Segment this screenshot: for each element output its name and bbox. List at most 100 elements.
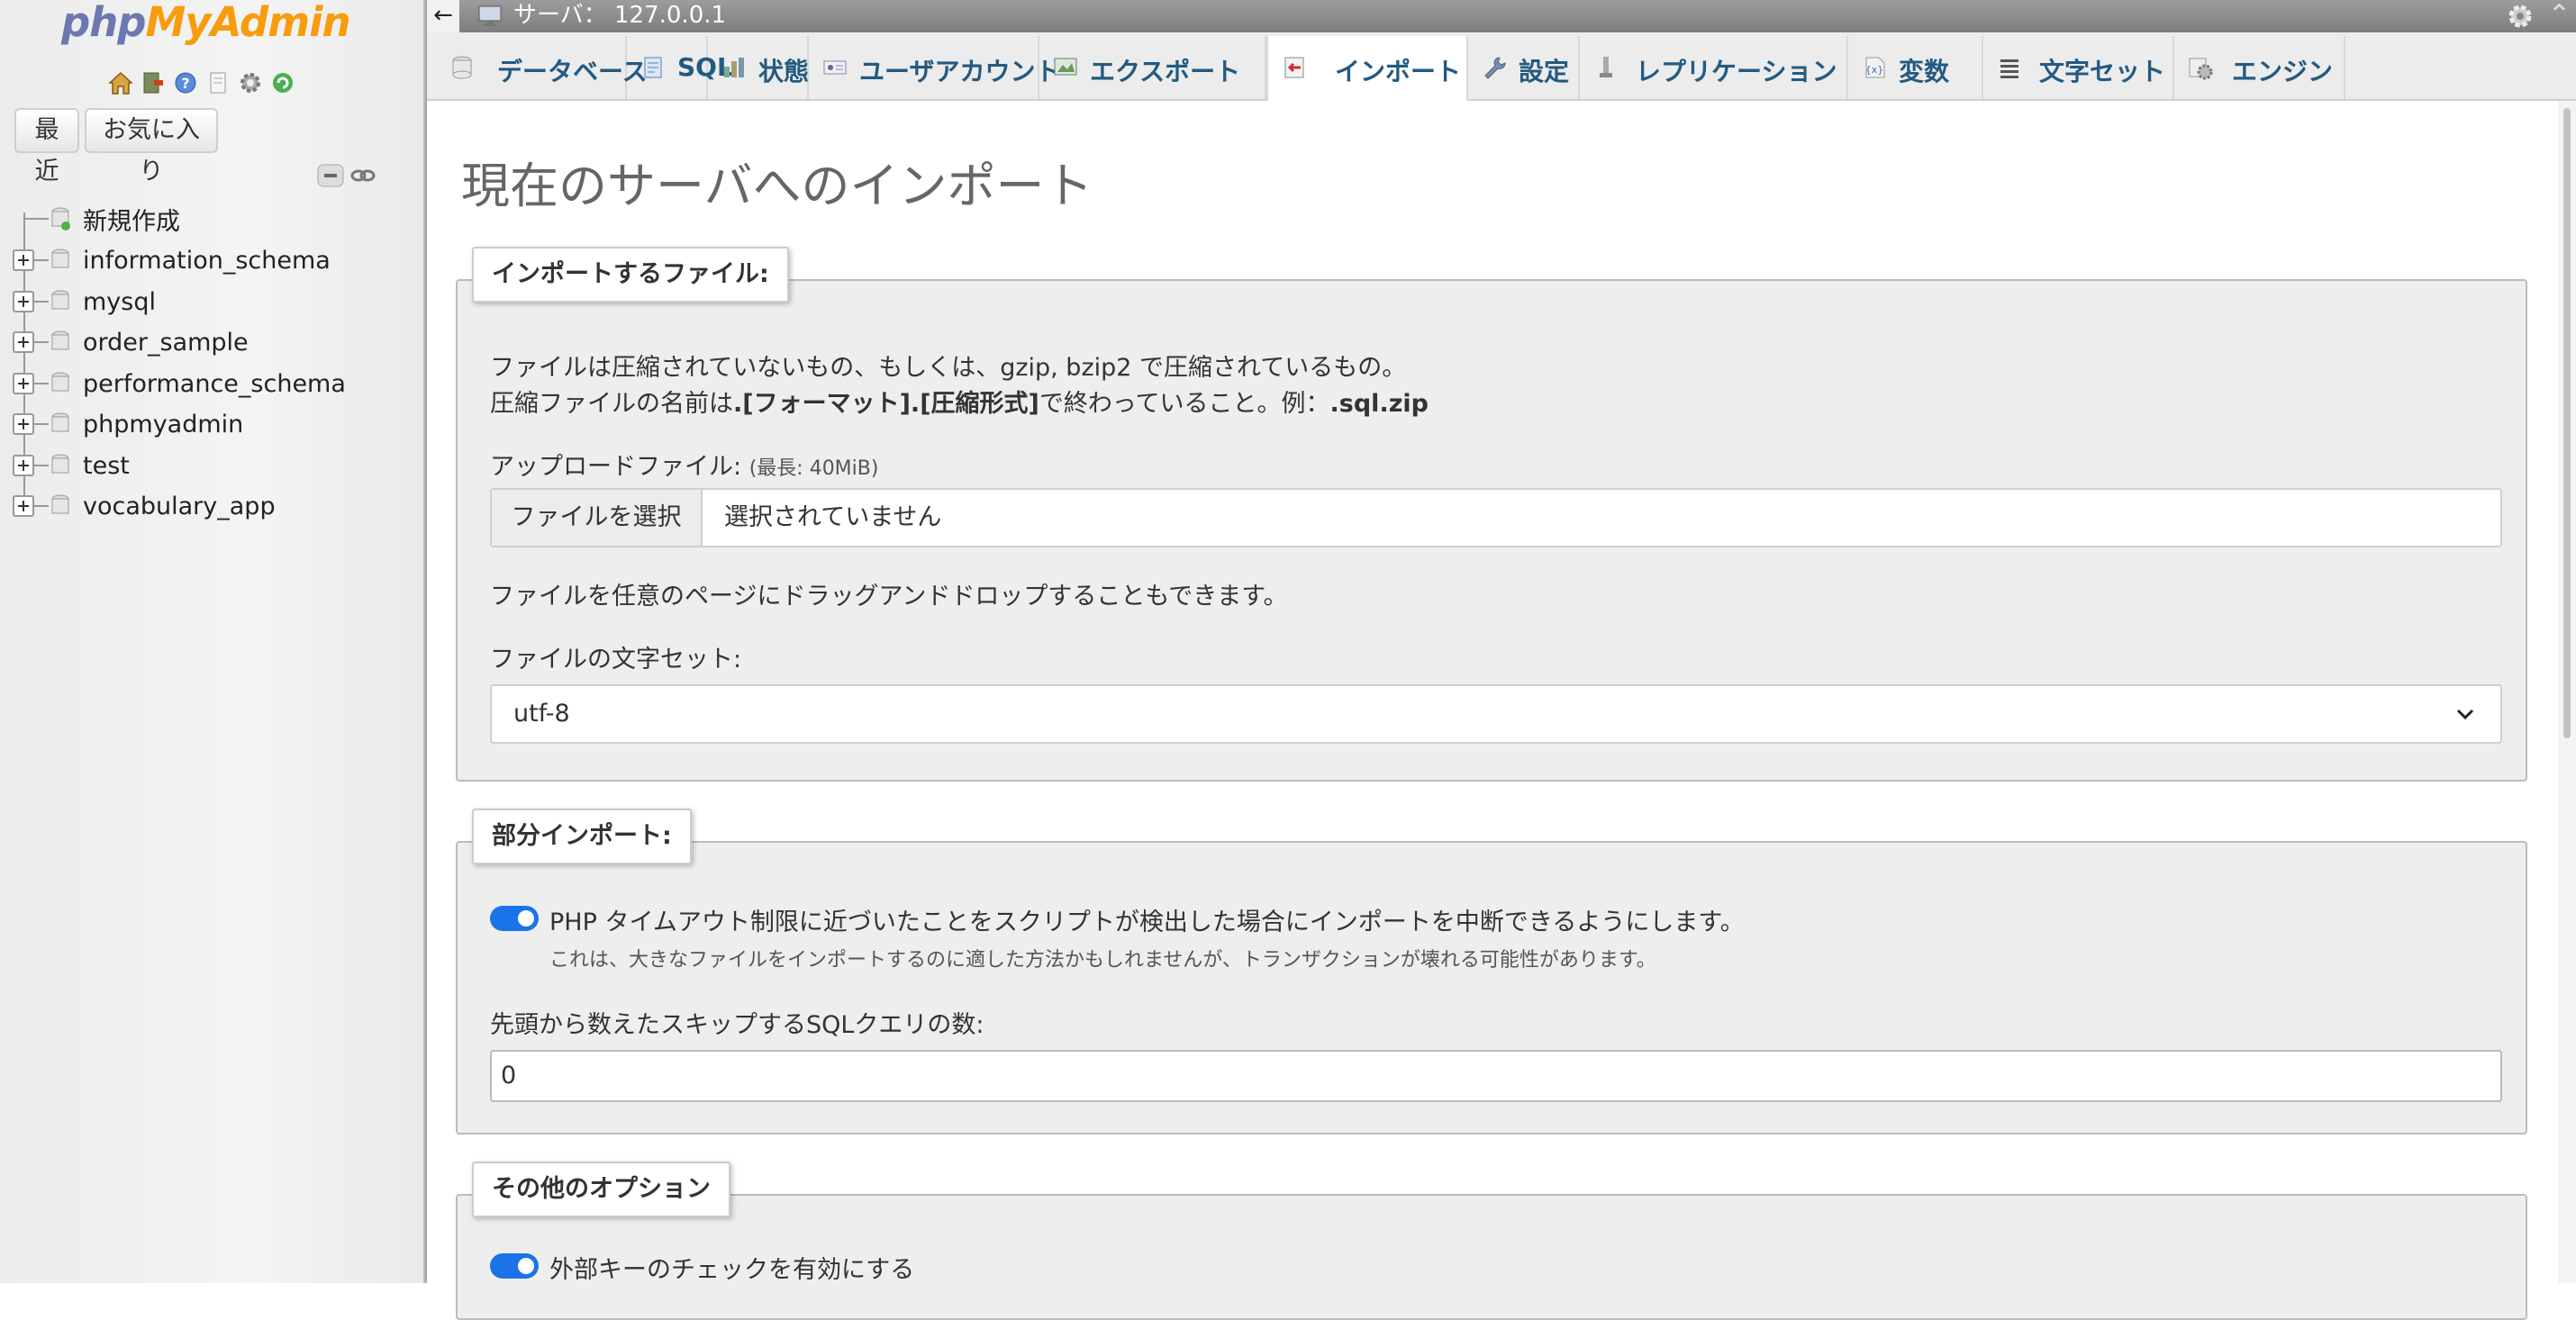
expand-icon[interactable]	[13, 249, 34, 271]
tree-item-information-schema[interactable]: information_schema	[0, 240, 423, 281]
foreign-key-checks-toggle[interactable]	[490, 1253, 539, 1279]
engine-icon	[2189, 58, 2213, 80]
tree-item-test[interactable]: test	[0, 445, 423, 486]
home-icon[interactable]	[106, 68, 135, 97]
tree-item-label: information_schema	[83, 246, 331, 275]
tab-variables[interactable]: {x} 変数	[1848, 36, 1983, 99]
tree-item-order-sample[interactable]: order_sample	[0, 321, 423, 363]
docs-icon[interactable]	[204, 68, 232, 97]
sql-icon	[644, 57, 662, 78]
import-file-fieldset: インポートするファイル: ファイルは圧縮されていないもの、もしくは、gzip, …	[456, 247, 2527, 782]
tree-item-label: mysql	[83, 287, 156, 316]
export-icon	[1054, 58, 1077, 76]
server-tabs: データベース SQL 状態 ユーザアカウント エクスポート インポート 設定 レ…	[427, 32, 2576, 103]
tab-import[interactable]: インポート	[1266, 36, 1468, 103]
tree-item-label: 新規作成	[83, 207, 180, 236]
foreign-key-checks-label[interactable]: 外部キーのチェックを有効にする	[549, 1250, 914, 1285]
upload-file-label: アップロードファイル: (最長: 40MiB)	[490, 447, 878, 482]
tree-item-phpmyadmin[interactable]: phpmyadmin	[0, 403, 423, 445]
filename-rule-middle: で終わっていること。例：	[1039, 390, 1330, 418]
tree-connector	[34, 301, 49, 303]
tree-item-label: performance_schema	[83, 369, 346, 398]
allow-interrupt-toggle[interactable]	[490, 906, 539, 931]
server-breadcrumb-bar: ← サーバ： 127.0.0.1 ⌃	[427, 0, 2576, 32]
tree-connector	[34, 423, 49, 425]
tree-item-mysql[interactable]: mysql	[0, 281, 423, 322]
tree-connector	[34, 383, 49, 384]
scrollbar-thumb[interactable]	[2563, 108, 2571, 738]
database-icon	[51, 412, 69, 432]
main-content: 現在のサーバへのインポート インポートするファイル: ファイルは圧縮されていない…	[427, 101, 2576, 1320]
database-icon	[51, 249, 69, 268]
tab-label: ユーザアカウント	[859, 57, 1061, 86]
tab-label: エンジン	[2232, 57, 2334, 86]
database-icon	[452, 56, 472, 79]
settings-gear-icon[interactable]	[2506, 2, 2535, 34]
server-link[interactable]: サーバ： 127.0.0.1	[513, 0, 726, 31]
replication-icon	[1600, 57, 1612, 77]
link-icon[interactable]	[349, 164, 376, 191]
tree-item-label: test	[83, 451, 130, 480]
collapse-all-icon[interactable]	[317, 164, 344, 191]
logo-myadmin: MyAdmin	[145, 0, 350, 46]
svg-text:?: ?	[181, 75, 189, 92]
charset-select[interactable]: utf-8	[490, 684, 2502, 744]
filename-rule-format: .[フォーマット].[圧縮形式]	[733, 390, 1039, 418]
no-file-selected-text: 選択されていません	[724, 503, 942, 531]
skip-queries-input[interactable]: 0	[490, 1050, 2502, 1102]
tab-label: データベース	[497, 57, 648, 86]
expand-icon[interactable]	[13, 413, 34, 435]
page-title: 現在のサーバへのインポート	[461, 158, 1093, 214]
navigation-sidebar: phpMyAdmin ? 最近 お気に入り 新規作成 information_s…	[0, 0, 423, 1283]
import-icon	[1284, 57, 1304, 78]
collapse-top-icon[interactable]: ⌃	[2548, 0, 2571, 31]
tab-engines[interactable]: エンジン	[2174, 36, 2345, 99]
tree-connector	[34, 259, 49, 261]
tree-item-new[interactable]: 新規作成	[0, 198, 423, 240]
choose-file-button[interactable]: ファイルを選択	[492, 490, 703, 546]
phpmyadmin-logo[interactable]: phpMyAdmin	[61, 0, 351, 50]
expand-icon[interactable]	[13, 373, 34, 394]
variables-icon: {x}	[1865, 57, 1885, 78]
partial-import-fieldset: 部分インポート: PHP タイムアウト制限に近づいたことをスクリプトが検出した場…	[456, 809, 2527, 1135]
tree-item-label: order_sample	[83, 328, 249, 357]
tab-status[interactable]: 状態	[708, 36, 809, 99]
tree-connector	[34, 341, 49, 343]
logout-icon[interactable]	[139, 68, 168, 97]
help-icon[interactable]: ?	[171, 68, 200, 97]
quick-links: ?	[106, 65, 297, 101]
allow-interrupt-label[interactable]: PHP タイムアウト制限に近づいたことをスクリプトが検出した場合にインポートを中…	[549, 902, 1745, 937]
collapse-sidebar-button[interactable]: ←	[427, 0, 459, 32]
tab-charsets[interactable]: 文字セット	[1983, 36, 2174, 99]
tab-sql[interactable]: SQL	[627, 36, 733, 99]
reload-icon[interactable]	[268, 68, 297, 97]
page-scrollbar[interactable]	[2558, 101, 2576, 1283]
tree-controls	[317, 164, 376, 191]
tab-label: 状態	[758, 57, 810, 86]
settings-icon[interactable]	[236, 68, 265, 97]
expand-icon[interactable]	[13, 455, 34, 476]
tree-connector	[25, 218, 49, 220]
tab-replication[interactable]: レプリケーション	[1580, 36, 1848, 99]
tab-label: 文字セット	[2039, 57, 2166, 86]
charset-label: ファイルの文字セット:	[490, 646, 742, 674]
database-icon	[51, 330, 69, 350]
favorites-button[interactable]: お気に入り	[85, 108, 218, 185]
tab-settings[interactable]: 設定	[1468, 36, 1580, 99]
expand-icon[interactable]	[13, 495, 34, 517]
skip-queries-label: 先頭から数えたスキップするSQLクエリの数:	[490, 1011, 984, 1039]
upload-label-text: アップロードファイル:	[490, 453, 742, 481]
tab-databases[interactable]: データベース	[436, 36, 648, 99]
file-upload-input[interactable]: ファイルを選択 選択されていません	[490, 488, 2502, 547]
recent-button[interactable]: 最近	[14, 108, 79, 185]
tree-item-vocabulary-app[interactable]: vocabulary_app	[0, 485, 423, 527]
partial-import-legend: 部分インポート:	[472, 809, 692, 864]
svg-text:{x}: {x}	[1865, 64, 1884, 76]
expand-icon[interactable]	[13, 331, 34, 353]
tree-item-performance-schema[interactable]: performance_schema	[0, 363, 423, 404]
tab-export[interactable]: エクスポート	[1039, 36, 1266, 99]
tab-user-accounts[interactable]: ユーザアカウント	[809, 36, 1060, 99]
tab-label: インポート	[1335, 57, 1462, 86]
expand-icon[interactable]	[13, 291, 34, 312]
upload-size-limit: (最長: 40MiB)	[748, 457, 879, 480]
